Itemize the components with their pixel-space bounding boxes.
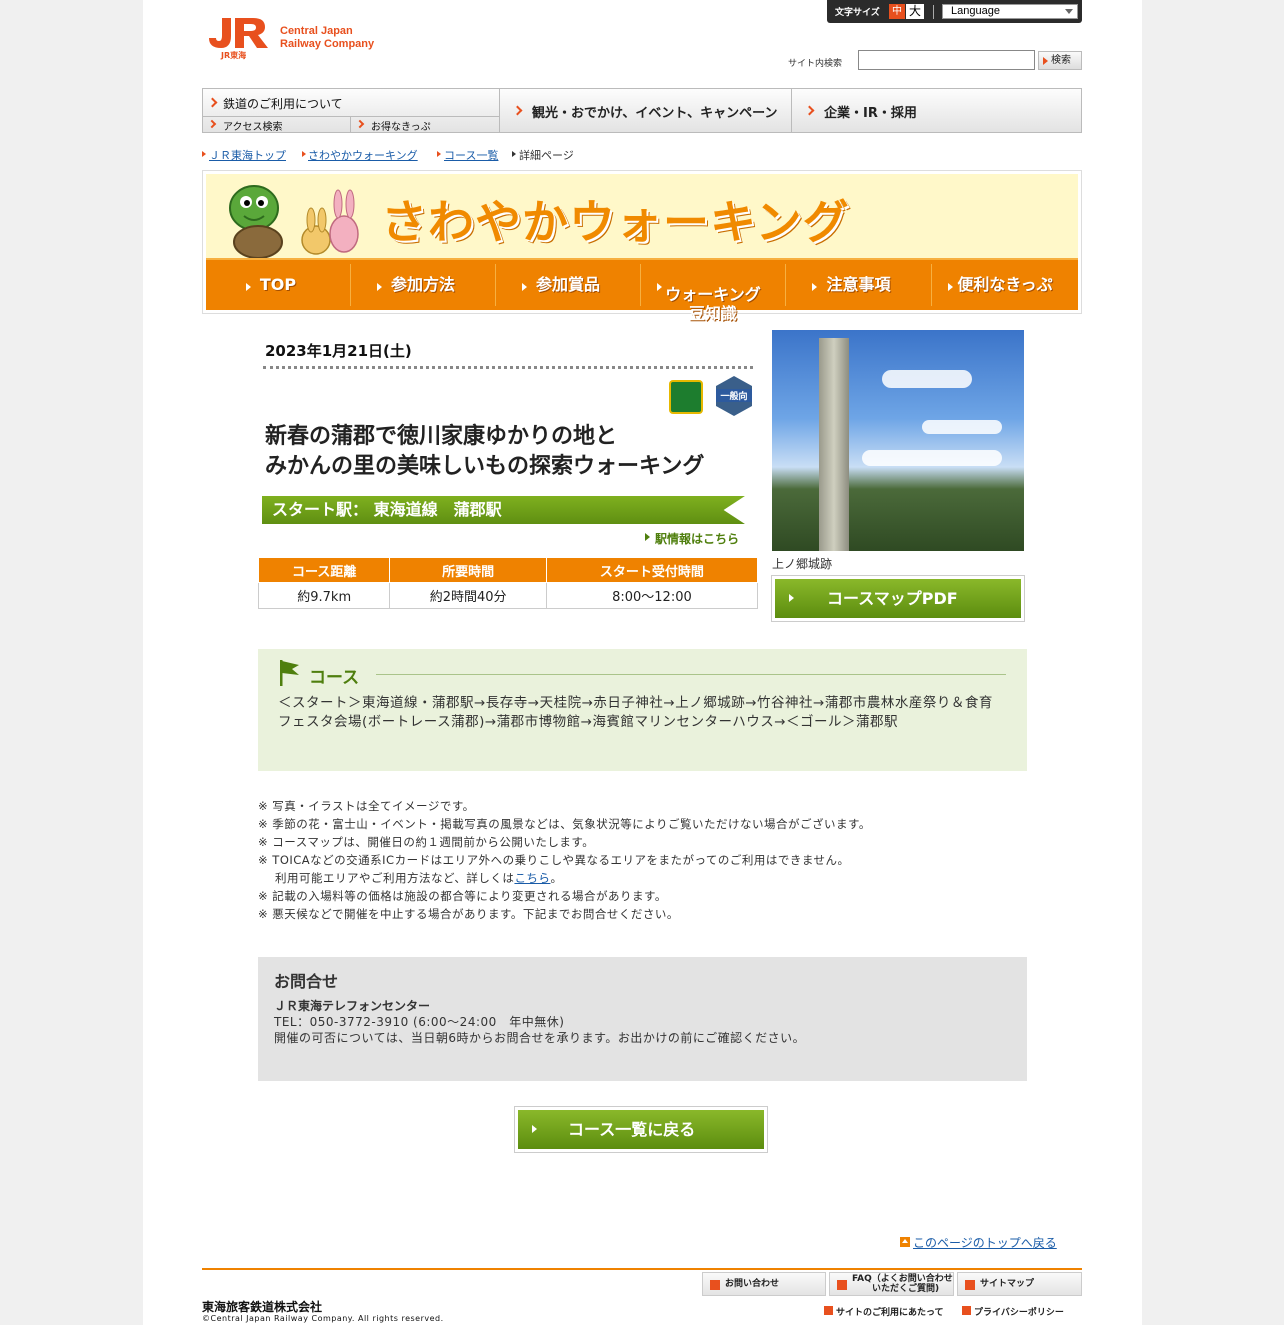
site-search-input[interactable] — [858, 50, 1035, 70]
back-to-course-list-button[interactable]: コース一覧に戻る — [514, 1106, 768, 1153]
arrow-icon — [824, 1306, 833, 1315]
start-reception-time: 8:00～12:00 — [545, 582, 759, 609]
flag-icon — [280, 660, 299, 686]
arrow-icon — [657, 283, 662, 291]
arrow-icon — [202, 151, 206, 157]
arrow-icon — [302, 151, 306, 157]
contact-tel: TEL：050-3772-3910 (6:00～24:00 年中無休) — [274, 1015, 565, 1029]
divider — [263, 366, 753, 369]
breadcrumb-walking[interactable]: さわやかウォーキング — [308, 147, 418, 163]
arrow-up-icon — [900, 1237, 910, 1247]
arrow-icon — [789, 594, 794, 602]
breadcrumb-current: 詳細ページ — [519, 149, 574, 162]
utility-bar: 文字サイズ 中 大 Language — [827, 0, 1082, 23]
site-search-label: サイト内検索 — [788, 59, 843, 69]
mascot-characters-icon — [229, 185, 359, 258]
subnav-prizes[interactable]: 参加賞品 — [496, 264, 641, 306]
station-info-link[interactable]: 駅情報はこちら — [645, 530, 739, 547]
company-logo-text: Central Japan Railway Company — [280, 25, 375, 50]
copyright: ©Central Japan Railway Company. All righ… — [202, 1314, 444, 1323]
course-heading: コース — [309, 668, 360, 688]
chevron-down-icon — [1065, 9, 1073, 14]
arrow-icon — [948, 283, 953, 291]
contact-section: お問合せ ＪＲ東海テレフォンセンター TEL：050-3772-3910 (6:… — [258, 957, 1027, 1081]
subnav-tickets[interactable]: 便利なきっぷ — [932, 264, 1078, 306]
arrow-icon — [965, 1280, 975, 1290]
arrow-icon — [710, 1280, 720, 1290]
arrow-icon — [246, 283, 251, 291]
page: JR東海 Central Japan Railway Company 文字サイズ… — [143, 0, 1142, 1325]
table-header: スタート受付時間 — [545, 557, 759, 583]
arrow-icon — [522, 283, 527, 291]
subnav-top[interactable]: TOP — [206, 264, 351, 306]
page-top-link-wrap: このページのトップへ戻る — [900, 1234, 1057, 1251]
arrow-icon — [962, 1306, 971, 1315]
chevron-right-icon — [355, 119, 365, 129]
chevron-right-icon — [804, 105, 815, 116]
ic-card-info-link[interactable]: こちら — [514, 871, 550, 885]
font-size-large-button[interactable]: 大 — [906, 4, 924, 19]
course-map-pdf-button[interactable]: コースマップPDF — [771, 575, 1025, 622]
gnav-discount-tickets[interactable]: お得なきっぷ — [351, 117, 499, 133]
gnav-railway[interactable]: 鉄道のご利用について — [203, 89, 499, 117]
table-header: 所要時間 — [389, 557, 547, 583]
walking-title: さわやかウォーキング — [381, 195, 850, 249]
subnav-precautions[interactable]: 注意事項 — [786, 264, 932, 306]
footer-faq-button[interactable]: FAQ（よくお問い合わせ いただくご質問) — [829, 1272, 954, 1296]
divider — [933, 5, 934, 19]
footer-privacy-link[interactable]: プライバシーポリシー — [962, 1305, 1064, 1318]
gnav-tourism[interactable]: 観光・おでかけ、イベント、キャンペーン — [499, 89, 791, 132]
jr-logo-icon[interactable] — [207, 16, 271, 50]
course-route: ＜スタート＞東海道線・蒲郡駅→長存寺→天桂院→赤日子神社→上ノ郷城跡→竹谷神社→… — [278, 695, 993, 730]
footer-contact-button[interactable]: お問い合わせ — [702, 1272, 826, 1296]
walking-banner: さわやかウォーキング TOP 参加方法 参加賞品 ウォーキング 豆知識 注意事項 — [202, 170, 1082, 323]
gnav-railway-group: 鉄道のご利用について アクセス検索 お得なきっぷ — [203, 89, 499, 133]
course-info-table: コース距離 所要時間 スタート受付時間 約9.7km 約2時間40分 8:00～… — [257, 557, 759, 609]
font-size-label: 文字サイズ — [835, 8, 880, 18]
gnav-corporate[interactable]: 企業・IR・採用 — [791, 89, 1081, 132]
start-station: スタート駅： 東海道線 蒲郡駅 — [260, 494, 748, 526]
general-level-badge: 一般向 — [716, 376, 752, 416]
font-size-medium-button[interactable]: 中 — [889, 4, 905, 19]
arrow-icon — [377, 283, 382, 291]
walk-title: 新春の蒲郡で徳川家康ゆかりの地と みかんの里の美味しいもの探索ウォーキング — [265, 424, 705, 479]
notes: ※ 写真・イラストは全てイメージです。 ※ 季節の花・富士山・イベント・掲載写真… — [258, 799, 871, 921]
breadcrumb-jr-top[interactable]: ＪＲ東海トップ — [209, 147, 286, 163]
page-top-link[interactable]: このページのトップへ戻る — [913, 1236, 1057, 1250]
breadcrumb-course-list[interactable]: コース一覧 — [444, 147, 498, 163]
arrow-icon — [812, 283, 817, 291]
course-section: コース ＜スタート＞東海道線・蒲郡駅→長存寺→天桂院→赤日子神社→上ノ郷城跡→竹… — [258, 649, 1027, 771]
course-distance: 約9.7km — [257, 582, 391, 609]
course-photo — [772, 330, 1024, 551]
photo-caption: 上ノ郷城跡 — [772, 557, 833, 571]
mascot-badge-icon — [669, 380, 703, 414]
walking-sub-nav: TOP 参加方法 参加賞品 ウォーキング 豆知識 注意事項 便利なきっぷ — [206, 258, 1078, 323]
global-nav: 鉄道のご利用について アクセス検索 お得なきっぷ 観光・おでかけ、イベント、キャ… — [202, 88, 1082, 133]
language-select[interactable]: Language — [942, 4, 1078, 19]
chevron-right-icon — [207, 97, 218, 108]
arrow-icon — [837, 1280, 847, 1290]
table-header: コース距離 — [257, 557, 391, 583]
contact-note: 開催の可否については、当日朝6時からお問合せを承ります。お出かけの前にご確認くだ… — [274, 1031, 806, 1045]
arrow-icon — [645, 533, 650, 541]
chevron-right-icon — [512, 105, 523, 116]
divider — [376, 674, 1006, 675]
arrow-icon — [437, 151, 441, 157]
gnav-access-search[interactable]: アクセス検索 — [203, 117, 351, 133]
arrow-icon — [532, 1125, 537, 1133]
search-button[interactable]: 検索 — [1038, 51, 1082, 70]
footer-terms-link[interactable]: サイトのご利用にあたって — [824, 1305, 944, 1318]
chevron-right-icon — [207, 119, 217, 129]
footer-sitemap-button[interactable]: サイトマップ — [957, 1272, 1082, 1296]
jr-tokai-mark: JR東海 — [221, 51, 247, 60]
subnav-how-to-join[interactable]: 参加方法 — [351, 264, 496, 306]
company-name: 東海旅客鉄道株式会社 — [202, 1300, 323, 1314]
footer-divider — [202, 1268, 1082, 1270]
duration: 約2時間40分 — [389, 582, 547, 609]
subnav-walking-tips[interactable]: ウォーキング 豆知識 — [641, 264, 786, 323]
contact-name: ＪＲ東海テレフォンセンター — [274, 999, 431, 1013]
event-date: 2023年1月21日(土) — [265, 342, 412, 360]
contact-heading: お問合せ — [274, 972, 339, 991]
arrow-icon — [512, 151, 516, 157]
